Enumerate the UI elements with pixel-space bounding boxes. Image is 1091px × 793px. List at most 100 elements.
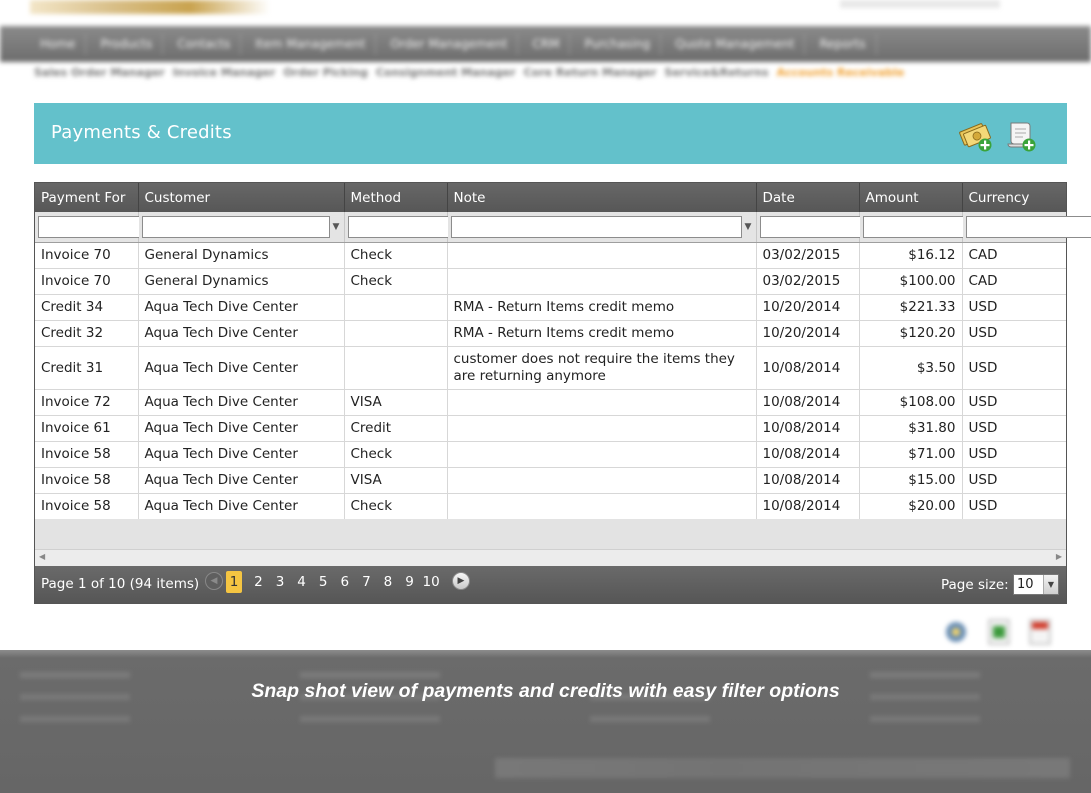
scroll-left-icon[interactable]: ◀ [39, 552, 45, 561]
page-link[interactable]: 10 [420, 571, 442, 593]
col-header-currency[interactable]: Currency [962, 183, 1066, 212]
table-row[interactable]: Invoice 58 Aqua Tech Dive Center Check 10/0… [35, 441, 1066, 468]
cell-customer: Aqua Tech Dive Center [138, 415, 345, 442]
sub-nav-item[interactable]: Order Picking [283, 66, 368, 84]
cell-currency: USD [962, 493, 1066, 520]
cell-date: 03/02/2015 [756, 242, 860, 269]
cell-amount: $108.00 [859, 389, 963, 416]
cell-amount: $16.12 [859, 242, 963, 269]
table-row[interactable]: Invoice 58 Aqua Tech Dive Center Check 10/0… [35, 493, 1066, 520]
main-nav: Home Products Contacts Item Management Order… [0, 26, 1091, 62]
table-row[interactable]: Credit 34 Aqua Tech Dive Center RMA - Retu… [35, 294, 1066, 321]
col-header-amount[interactable]: Amount [859, 183, 963, 212]
cell-note: RMA - Return Items credit memo [447, 294, 757, 321]
table-row[interactable]: Invoice 70 General Dynamics Check 03/02/201… [35, 242, 1066, 269]
page-link[interactable]: 4 [291, 571, 313, 593]
table-row[interactable]: Credit 32 Aqua Tech Dive Center RMA - Retu… [35, 320, 1066, 347]
page-links: 1 2 3 4 5 6 7 8 9 10 [226, 571, 442, 593]
sub-nav-item[interactable]: Service&Returns [664, 66, 768, 84]
nav-item[interactable]: Order Management [380, 33, 519, 55]
cell-payment-for: Invoice 70 [35, 242, 139, 269]
cell-payment-for: Credit 31 [35, 346, 139, 390]
chevron-down-icon[interactable]: ▼ [1043, 575, 1058, 594]
sub-nav-item-active[interactable]: Accounts Receivable [777, 66, 905, 84]
cell-note [447, 389, 757, 416]
sub-nav-item[interactable]: Sales Order Manager [34, 66, 165, 84]
cell-customer: Aqua Tech Dive Center [138, 493, 345, 520]
col-header-payment-for[interactable]: Payment For [35, 183, 139, 212]
export-pdf-icon[interactable] [1024, 616, 1056, 648]
nav-item[interactable]: Products [90, 33, 164, 55]
nav-item[interactable]: Quote Management [665, 33, 806, 55]
prev-page-icon[interactable]: ◀ [205, 572, 223, 590]
cell-amount: $221.33 [859, 294, 963, 321]
table-row[interactable]: Invoice 72 Aqua Tech Dive Center VISA 10/08… [35, 389, 1066, 416]
cell-customer: Aqua Tech Dive Center [138, 346, 345, 390]
page-link[interactable]: 5 [312, 571, 334, 593]
page-footer [0, 650, 1091, 793]
page-size-select[interactable]: 10 ▼ [1013, 574, 1059, 595]
cell-method: Credit [344, 415, 448, 442]
filter-currency-input[interactable] [965, 215, 1091, 238]
cell-note [447, 415, 757, 442]
sub-nav: Sales Order Manager Invoice Manager Order … [34, 66, 904, 84]
cell-currency: USD [962, 294, 1066, 321]
sub-nav-item[interactable]: Invoice Manager [173, 66, 276, 84]
payments-grid: Payment For Customer Method Note Date Am… [34, 182, 1091, 604]
cell-method [344, 320, 448, 347]
cell-date: 10/08/2014 [756, 389, 860, 416]
table-row[interactable]: Invoice 61 Aqua Tech Dive Center Credit 10/… [35, 415, 1066, 442]
filter-icon[interactable]: ▼ [744, 222, 753, 232]
filter-customer-input[interactable] [141, 215, 330, 238]
cell-note [447, 493, 757, 520]
cell-date: 10/08/2014 [756, 467, 860, 494]
page-link[interactable]: 8 [377, 571, 399, 593]
table-row[interactable]: Credit 31 Aqua Tech Dive Center customer d… [35, 346, 1066, 390]
table-row[interactable]: Invoice 70 General Dynamics Check 03/02/201… [35, 268, 1066, 295]
export-settings-icon[interactable] [940, 616, 972, 648]
col-header-note[interactable]: Note [447, 183, 757, 212]
cell-payment-for: Credit 32 [35, 320, 139, 347]
nav-item[interactable]: Contacts [167, 33, 242, 55]
scroll-right-icon[interactable]: ▶ [1056, 552, 1062, 561]
cell-method: Check [344, 493, 448, 520]
table-row[interactable]: Invoice 58 Aqua Tech Dive Center VISA 10/08… [35, 467, 1066, 494]
cell-amount: $20.00 [859, 493, 963, 520]
cell-date: 10/08/2014 [756, 346, 860, 390]
col-header-method[interactable]: Method [344, 183, 448, 212]
footer-bottom-bar [495, 758, 1070, 778]
scroll-add-icon[interactable] [1002, 118, 1038, 154]
caption: Snap shot view of payments and credits w… [251, 680, 840, 702]
cell-customer: Aqua Tech Dive Center [138, 389, 345, 416]
page-link[interactable]: 3 [269, 571, 291, 593]
nav-item[interactable]: Reports [809, 33, 877, 55]
horizontal-scrollbar[interactable]: ◀ ▶ [35, 549, 1066, 567]
cell-payment-for: Invoice 70 [35, 268, 139, 295]
filter-icon[interactable]: ▼ [332, 222, 341, 232]
page-link[interactable]: 6 [334, 571, 356, 593]
page-link[interactable]: 2 [248, 571, 270, 593]
sub-nav-item[interactable]: Core Return Manager [524, 66, 657, 84]
col-header-customer[interactable]: Customer [138, 183, 345, 212]
page-link[interactable]: 9 [399, 571, 421, 593]
filter-note-input[interactable] [450, 215, 742, 238]
cell-method [344, 294, 448, 321]
page-link[interactable]: 7 [356, 571, 378, 593]
cell-date: 03/02/2015 [756, 268, 860, 295]
sub-nav-item[interactable]: Consignment Manager [376, 66, 516, 84]
cell-payment-for: Invoice 61 [35, 415, 139, 442]
nav-item[interactable]: Item Management [245, 33, 377, 55]
cell-amount: $15.00 [859, 467, 963, 494]
page-size-value: 10 [1017, 577, 1034, 592]
nav-item[interactable]: CRM [522, 33, 571, 55]
nav-item[interactable]: Purchasing [574, 33, 662, 55]
export-excel-icon[interactable] [983, 616, 1015, 648]
nav-item[interactable]: Home [30, 33, 87, 55]
page-link-current[interactable]: 1 [226, 571, 242, 593]
next-page-icon[interactable]: ▶ [452, 572, 470, 590]
money-add-icon[interactable] [958, 118, 994, 154]
pager: Page 1 of 10 (94 items) ◀ 1 2 3 4 5 6 7 8 9 10 ▶ … [35, 566, 1066, 603]
cell-currency: USD [962, 320, 1066, 347]
col-header-date[interactable]: Date [756, 183, 860, 212]
cell-customer: General Dynamics [138, 268, 345, 295]
